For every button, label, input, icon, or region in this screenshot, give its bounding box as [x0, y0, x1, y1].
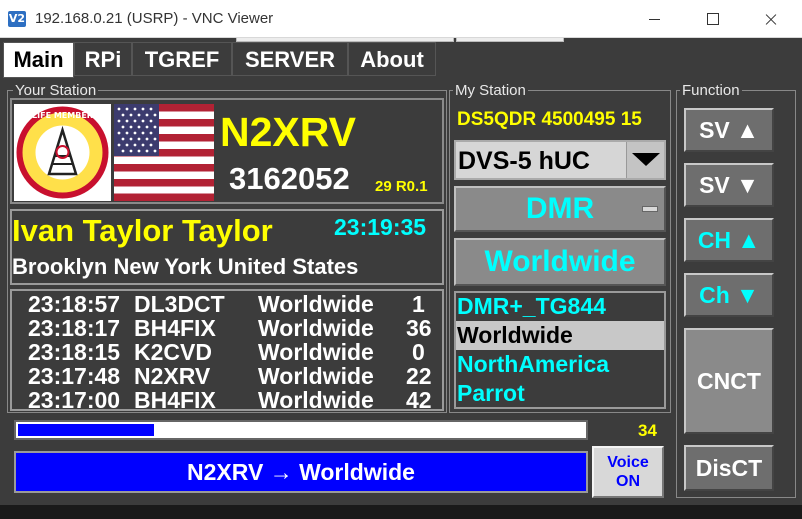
country-flag: [114, 104, 214, 201]
log-time: 23:17:48: [28, 363, 121, 389]
dropdown-arrow-button[interactable]: [626, 142, 664, 178]
maximize-button[interactable]: [689, 0, 735, 38]
ch-up-button[interactable]: CH ▲: [684, 218, 774, 262]
talkgroup-item[interactable]: NorthAmerica: [456, 350, 664, 379]
log-time: 23:17:00: [28, 388, 121, 409]
sv-down-button[interactable]: SV ▼: [684, 163, 774, 207]
station-callsign: N2XRV: [220, 109, 356, 155]
disconnect-button[interactable]: DisCT: [684, 445, 774, 491]
progress-fill: [18, 424, 154, 436]
station-id: 3162052: [229, 161, 350, 196]
log-time: 23:18:57: [28, 291, 121, 317]
log-num: 1: [412, 291, 425, 317]
logo-text: LIFE MEMBER: [32, 111, 93, 120]
log-row[interactable]: 23:18:17 BH4FIX Worldwide 36: [28, 316, 438, 340]
log-num: 0: [412, 339, 425, 365]
minimize-button[interactable]: [632, 0, 678, 38]
close-button[interactable]: [748, 0, 794, 38]
mode-label: DMR: [525, 192, 595, 225]
talkgroup-item[interactable]: Parrot: [456, 379, 664, 408]
log-tg: Worldwide: [258, 339, 374, 365]
tab-tgref[interactable]: TGREF: [132, 42, 232, 76]
log-time: 23:18:15: [28, 339, 121, 365]
log-tg: Worldwide: [258, 363, 374, 389]
log-call: N2XRV: [134, 363, 211, 389]
log-tg: Worldwide: [258, 291, 374, 317]
hidden-tab-edge: [456, 38, 564, 42]
station-location: Brooklyn New York United States: [12, 254, 359, 279]
tx-status-bar: N2XRV → Worldwide: [14, 451, 588, 493]
mode-dmr-button[interactable]: DMR: [454, 186, 666, 232]
device-dropdown[interactable]: DVS-5 hUC: [454, 140, 666, 180]
log-num: 36: [406, 315, 432, 341]
talkgroup-item[interactable]: DMR+_TG844: [456, 292, 664, 321]
window-titlebar: V2 192.168.0.21 (USRP) - VNC Viewer: [0, 0, 802, 38]
function-label: Function: [680, 82, 742, 99]
bottom-edge: [0, 505, 802, 519]
my-station-info: DS5QDR 4500495 15: [457, 109, 642, 130]
station-name: Ivan Taylor Taylor: [12, 213, 273, 248]
progress-bar: [14, 420, 588, 440]
log-row[interactable]: 23:17:48 N2XRV Worldwide 22: [28, 364, 438, 388]
tab-server[interactable]: SERVER: [232, 42, 348, 76]
progress-value: 34: [638, 421, 657, 440]
connect-button[interactable]: CNCT: [684, 328, 774, 434]
log-call: BH4FIX: [134, 388, 216, 409]
log-tg: Worldwide: [258, 388, 374, 409]
window-title: 192.168.0.21 (USRP) - VNC Viewer: [35, 10, 274, 27]
talkgroup-button[interactable]: Worldwide: [454, 238, 666, 286]
log-call: DL3DCT: [134, 291, 225, 317]
sv-up-button[interactable]: SV ▲: [684, 108, 774, 152]
mode-indicator-icon: [642, 206, 658, 212]
station-time: 23:19:35: [334, 214, 427, 240]
voice-state: ON: [616, 473, 640, 490]
voice-toggle-button[interactable]: Voice ON: [592, 446, 664, 498]
log-tg: Worldwide: [258, 315, 374, 341]
log-num: 22: [406, 363, 432, 389]
log-row[interactable]: 23:18:15 K2CVD Worldwide 0: [28, 340, 438, 364]
tab-main[interactable]: Main: [3, 42, 74, 78]
talkgroup-item-selected[interactable]: Worldwide: [456, 321, 664, 350]
tab-about[interactable]: About: [348, 42, 436, 76]
log-time: 23:18:17: [28, 315, 121, 341]
log-call: K2CVD: [134, 339, 212, 365]
device-selected: DVS-5 hUC: [458, 147, 590, 175]
my-station-label: My Station: [453, 82, 528, 99]
tab-rpi[interactable]: RPi: [74, 42, 132, 76]
station-extra: 29 R0.1: [375, 178, 428, 195]
log-row[interactable]: 23:17:00 BH4FIX Worldwide 42: [28, 388, 438, 409]
vnc-viewer-icon: V2: [8, 11, 26, 27]
log-row[interactable]: 23:18:57 DL3DCT Worldwide 1: [28, 292, 438, 316]
member-logo: LIFE MEMBER: [14, 104, 111, 201]
ch-down-button[interactable]: Ch ▼: [684, 273, 774, 317]
chevron-down-icon: [632, 153, 660, 166]
your-station-label: Your Station: [13, 82, 99, 99]
log-num: 42: [406, 388, 432, 409]
voice-label: Voice: [607, 454, 649, 471]
log-call: BH4FIX: [134, 315, 216, 341]
